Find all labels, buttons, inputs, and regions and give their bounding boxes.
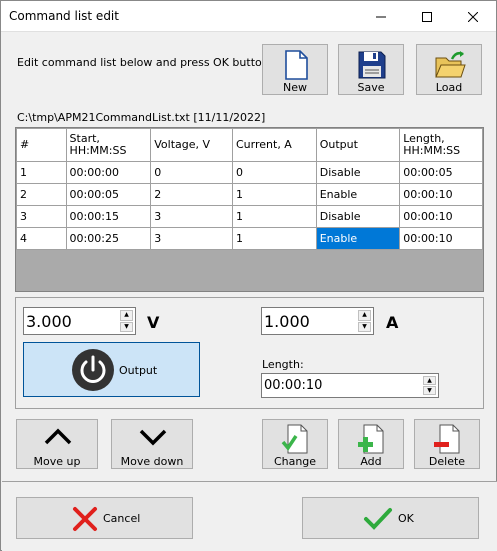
cell-index[interactable]: 1	[16, 161, 67, 184]
column-header-start[interactable]: Start, HH:MM:SS	[65, 128, 152, 162]
command-list-grid[interactable]: # Start, HH:MM:SS Voltage, V Current, A …	[15, 127, 484, 292]
open-folder-icon	[435, 51, 466, 78]
cell-index[interactable]: 3	[16, 205, 67, 228]
window-title: Command list edit	[9, 9, 119, 23]
maximize-icon	[422, 11, 432, 22]
cell-length[interactable]: 00:00:10	[399, 183, 483, 206]
current-down-arrow-icon[interactable]: ▼	[358, 321, 371, 332]
ok-label: OK	[398, 512, 414, 525]
current-up-arrow-icon[interactable]: ▲	[358, 310, 371, 321]
cell-current[interactable]: 1	[232, 205, 317, 228]
cell-length[interactable]: 00:00:10	[399, 205, 483, 228]
voltage-up-arrow-icon[interactable]: ▲	[120, 310, 133, 321]
maximize-button[interactable]	[404, 1, 450, 32]
cell-start[interactable]: 00:00:25	[65, 227, 152, 250]
length-value[interactable]: 00:00:10	[264, 378, 322, 393]
cell-output[interactable]: Disable	[315, 161, 401, 184]
column-header-length[interactable]: Length, HH:MM:SS	[399, 128, 483, 162]
add-button[interactable]: Add	[338, 419, 404, 469]
delete-button[interactable]: Delete	[414, 419, 480, 469]
command-list-edit-window: Command list edit Edit command list belo…	[0, 0, 497, 551]
load-button[interactable]: Load	[416, 44, 482, 95]
column-header-index[interactable]: #	[16, 128, 67, 162]
delete-label: Delete	[428, 455, 466, 468]
voltage-spinner-arrows[interactable]: ▲ ▼	[120, 310, 133, 332]
cell-start[interactable]: 00:00:00	[65, 161, 152, 184]
cell-output[interactable]: Enable	[315, 183, 401, 206]
cell-output-selected[interactable]: Enable	[315, 227, 401, 250]
length-spinner-arrows[interactable]: ▲ ▼	[423, 376, 436, 395]
current-value[interactable]: 1.000	[264, 312, 310, 331]
table-row[interactable]: 2 00:00:05 2 1 Enable 00:00:10	[16, 183, 483, 206]
close-icon	[468, 11, 478, 22]
document-add-icon	[358, 424, 384, 454]
instructions-text: Edit command list below and press OK but…	[17, 56, 273, 69]
save-button[interactable]: Save	[338, 44, 404, 95]
column-header-voltage[interactable]: Voltage, V	[150, 128, 233, 162]
move-up-label: Move up	[33, 455, 81, 468]
length-label: Length:	[262, 358, 304, 371]
chevron-up-icon	[44, 428, 72, 445]
cell-current[interactable]: 0	[232, 161, 317, 184]
voltage-down-arrow-icon[interactable]: ▼	[120, 321, 133, 332]
add-label: Add	[360, 455, 382, 468]
voltage-spinbox[interactable]: 3.000 ▲ ▼	[23, 307, 136, 335]
cell-output[interactable]: Disable	[315, 205, 401, 228]
minimize-button[interactable]	[358, 1, 404, 32]
table-header-row: # Start, HH:MM:SS Voltage, V Current, A …	[16, 128, 483, 162]
cancel-x-icon	[73, 507, 97, 531]
cell-index[interactable]: 2	[16, 183, 67, 206]
cell-start[interactable]: 00:00:15	[65, 205, 152, 228]
save-label: Save	[357, 81, 385, 94]
column-header-current[interactable]: Current, A	[232, 128, 317, 162]
cell-voltage[interactable]: 3	[150, 205, 233, 228]
table-row[interactable]: 1 00:00:00 0 0 Disable 00:00:05	[16, 161, 483, 184]
ok-button[interactable]: OK	[302, 497, 479, 539]
ok-check-icon	[364, 508, 392, 530]
output-label: Output	[119, 364, 158, 377]
cell-voltage[interactable]: 3	[150, 227, 233, 250]
move-down-label: Move down	[120, 455, 184, 468]
cell-length[interactable]: 00:00:10	[399, 227, 483, 250]
cell-voltage[interactable]: 2	[150, 183, 233, 206]
new-document-icon	[285, 50, 308, 80]
close-button[interactable]	[450, 1, 496, 32]
voltage-value[interactable]: 3.000	[26, 312, 72, 331]
title-bar: Command list edit	[1, 1, 496, 32]
move-down-button[interactable]: Move down	[111, 419, 193, 469]
new-button[interactable]: New	[262, 44, 328, 95]
length-down-arrow-icon[interactable]: ▼	[423, 386, 436, 395]
cell-voltage[interactable]: 0	[150, 161, 233, 184]
table-row[interactable]: 3 00:00:15 3 1 Disable 00:00:10	[16, 205, 483, 228]
current-spinbox[interactable]: 1.000 ▲ ▼	[261, 307, 374, 335]
column-header-output[interactable]: Output	[315, 128, 401, 162]
cancel-button[interactable]: Cancel	[16, 497, 193, 539]
new-label: New	[283, 81, 307, 94]
voltage-unit: V	[147, 313, 160, 332]
cell-index[interactable]: 4	[16, 227, 67, 250]
cancel-label: Cancel	[103, 512, 141, 525]
command-table: # Start, HH:MM:SS Voltage, V Current, A …	[16, 128, 483, 250]
cell-length[interactable]: 00:00:05	[399, 161, 483, 184]
move-up-button[interactable]: Move up	[16, 419, 98, 469]
document-remove-icon	[434, 424, 460, 454]
length-up-arrow-icon[interactable]: ▲	[423, 376, 436, 385]
cell-start[interactable]: 00:00:05	[65, 183, 152, 206]
file-path: C:\tmp\APM21CommandList.txt [11/11/2022]	[17, 111, 266, 124]
load-label: Load	[435, 81, 463, 94]
power-icon	[72, 349, 114, 391]
table-row[interactable]: 4 00:00:25 3 1 Enable 00:00:10	[16, 227, 483, 250]
chevron-down-icon	[139, 429, 167, 446]
minimize-icon	[376, 16, 386, 17]
output-toggle-button[interactable]: Output	[23, 342, 200, 397]
change-label: Change	[273, 455, 317, 468]
cell-current[interactable]: 1	[232, 183, 317, 206]
document-check-icon	[281, 424, 308, 454]
change-button[interactable]: Change	[262, 419, 328, 469]
cell-current[interactable]: 1	[232, 227, 317, 250]
length-spinbox[interactable]: 00:00:10 ▲ ▼	[261, 373, 439, 398]
floppy-disk-icon	[358, 51, 386, 79]
current-spinner-arrows[interactable]: ▲ ▼	[358, 310, 371, 332]
current-unit: A	[386, 313, 399, 332]
